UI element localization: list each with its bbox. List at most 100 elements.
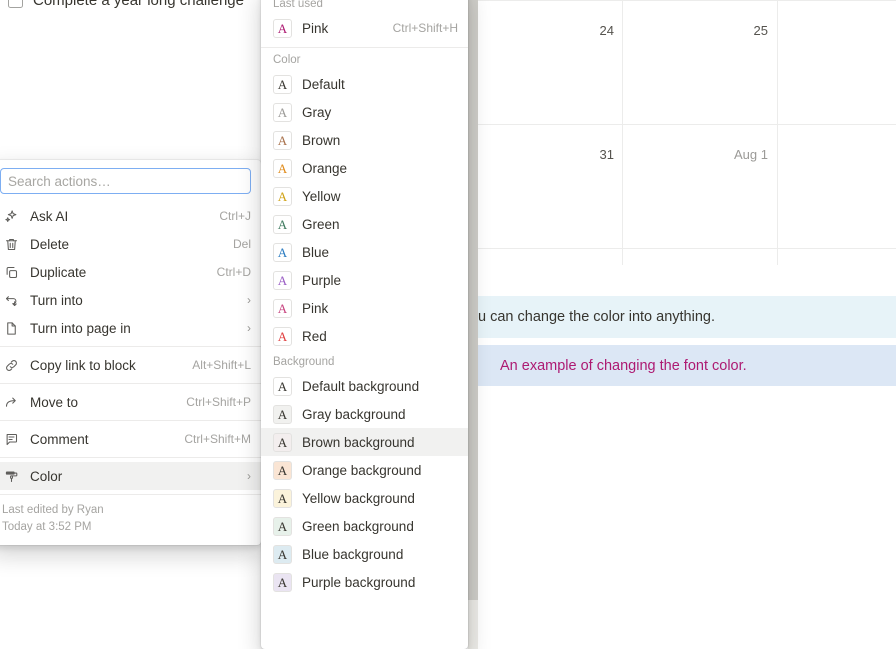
background-section-label: Background bbox=[273, 356, 335, 368]
paint-roller-icon bbox=[2, 467, 20, 485]
calendar-day-cell[interactable]: 31 bbox=[530, 147, 614, 162]
chevron-right-icon: › bbox=[247, 469, 251, 483]
menu-item-turn-into[interactable]: Turn into › bbox=[0, 286, 261, 314]
todo-label: Complete a year long challenge bbox=[33, 0, 244, 9]
background-item-yellow[interactable]: A Yellow background bbox=[261, 484, 468, 512]
color-swatch-default: A bbox=[273, 74, 292, 94]
color-item-orange[interactable]: A Orange bbox=[261, 154, 468, 182]
background-item-green[interactable]: A Green background bbox=[261, 512, 468, 540]
menu-item-label: Ask AI bbox=[30, 208, 69, 224]
background-item-label: Green background bbox=[302, 518, 414, 534]
color-item-label: Brown bbox=[302, 132, 341, 148]
color-item-label: Orange bbox=[302, 160, 348, 176]
calendar-day-cell[interactable]: 24 bbox=[530, 23, 614, 38]
menu-item-color[interactable]: Color › bbox=[0, 462, 261, 490]
last-edited-by: Last edited by Ryan bbox=[2, 504, 104, 516]
background-item-brown[interactable]: A Brown background bbox=[261, 428, 468, 456]
menu-item-delete[interactable]: Delete Del bbox=[0, 230, 261, 258]
color-item-green[interactable]: A Green bbox=[261, 210, 468, 238]
color-swatch-blue: A bbox=[273, 242, 292, 262]
chevron-right-icon: › bbox=[247, 293, 251, 307]
menu-item-comment[interactable]: Comment Ctrl+Shift+M bbox=[0, 425, 261, 453]
calendar-grid: 24 25 31 Aug 1 bbox=[470, 0, 896, 265]
menu-group: Copy link to block Alt+Shift+L bbox=[0, 346, 261, 383]
callout-text: u can change the color into anything. bbox=[478, 309, 715, 325]
background-item-label: Brown background bbox=[302, 434, 415, 450]
color-item-default[interactable]: A Default bbox=[261, 70, 468, 98]
background-item-label: Default background bbox=[302, 378, 420, 394]
color-item-yellow[interactable]: A Yellow bbox=[261, 182, 468, 210]
background-swatch-orange: A bbox=[273, 460, 292, 480]
background-swatch-default: A bbox=[273, 376, 292, 396]
color-item-shortcut: Ctrl+Shift+H bbox=[392, 21, 458, 35]
chevron-right-icon: › bbox=[247, 321, 251, 335]
menu-item-label: Comment bbox=[30, 431, 89, 447]
color-item-red[interactable]: A Red bbox=[261, 322, 468, 350]
menu-group: Comment Ctrl+Shift+M bbox=[0, 420, 261, 457]
menu-item-turn-into-page-in[interactable]: Turn into page in › bbox=[0, 314, 261, 342]
page-scrollbar-track[interactable] bbox=[468, 600, 478, 649]
menu-item-label: Turn into page in bbox=[30, 320, 131, 336]
search-input[interactable] bbox=[0, 168, 251, 194]
background-swatch-yellow: A bbox=[273, 488, 292, 508]
calendar-vline bbox=[777, 0, 778, 265]
menu-item-shortcut: Ctrl+Shift+P bbox=[186, 395, 251, 409]
turn-into-icon bbox=[2, 291, 20, 309]
background-item-gray[interactable]: A Gray background bbox=[261, 400, 468, 428]
color-item-label: Green bbox=[302, 216, 340, 232]
menu-group: Move to Ctrl+Shift+P bbox=[0, 383, 261, 420]
menu-item-label: Color bbox=[30, 468, 63, 484]
block-action-menu: Ask AI Ctrl+J Delete Del bbox=[0, 160, 261, 545]
callout-text: An example of changing the font color. bbox=[500, 357, 747, 374]
background-swatch-brown: A bbox=[273, 432, 292, 452]
color-swatch-orange: A bbox=[273, 158, 292, 178]
arrow-move-icon bbox=[2, 393, 20, 411]
color-item-pink[interactable]: A Pink bbox=[261, 294, 468, 322]
color-section-label: Last used bbox=[273, 0, 323, 10]
menu-item-label: Duplicate bbox=[30, 264, 87, 280]
color-swatch-red: A bbox=[273, 326, 292, 346]
menu-item-shortcut: Del bbox=[232, 237, 251, 251]
background-item-blue[interactable]: A Blue background bbox=[261, 540, 468, 568]
color-item-label: Red bbox=[302, 328, 327, 344]
todo-block[interactable]: Complete a year long challenge bbox=[8, 0, 244, 9]
todo-checkbox[interactable] bbox=[8, 0, 23, 8]
sparkle-icon bbox=[2, 207, 20, 225]
menu-item-copy-link-to-block[interactable]: Copy link to block Alt+Shift+L bbox=[0, 351, 261, 379]
calendar-day-cell[interactable]: 25 bbox=[684, 23, 768, 38]
menu-item-move-to[interactable]: Move to Ctrl+Shift+P bbox=[0, 388, 261, 416]
color-item-purple[interactable]: A Purple bbox=[261, 266, 468, 294]
background-item-default[interactable]: A Default background bbox=[261, 372, 468, 400]
menu-item-shortcut: Ctrl+J bbox=[219, 209, 251, 223]
menu-item-duplicate[interactable]: Duplicate Ctrl+D bbox=[0, 258, 261, 286]
color-item-brown[interactable]: A Brown bbox=[261, 126, 468, 154]
color-submenu: Last used A Pink Ctrl+Shift+H Color A De… bbox=[261, 0, 468, 649]
menu-footer: Last edited by Ryan Today at 3:52 PM bbox=[0, 494, 261, 545]
color-item-label: Pink bbox=[302, 20, 329, 36]
color-swatch-gray: A bbox=[273, 102, 292, 122]
calendar-hline bbox=[470, 124, 896, 125]
background-item-orange[interactable]: A Orange background bbox=[261, 456, 468, 484]
menu-item-shortcut: Ctrl+D bbox=[216, 265, 251, 279]
callout-block-blue-background[interactable]: u can change the color into anything. bbox=[478, 296, 896, 338]
callout-block-pink-text[interactable]: An example of changing the font color. bbox=[478, 345, 896, 386]
menu-item-ask-ai[interactable]: Ask AI Ctrl+J bbox=[0, 202, 261, 230]
color-item-blue[interactable]: A Blue bbox=[261, 238, 468, 266]
color-swatch-purple: A bbox=[273, 270, 292, 290]
last-edited-at: Today at 3:52 PM bbox=[2, 521, 92, 533]
trash-icon bbox=[2, 235, 20, 253]
menu-item-label: Delete bbox=[30, 236, 70, 252]
background-item-purple[interactable]: A Purple background bbox=[261, 568, 468, 596]
duplicate-icon bbox=[2, 263, 20, 281]
menu-item-label: Turn into bbox=[30, 292, 83, 308]
background-item-label: Blue background bbox=[302, 546, 404, 562]
color-item-last-used-pink[interactable]: A Pink Ctrl+Shift+H bbox=[261, 14, 468, 42]
color-item-gray[interactable]: A Gray bbox=[261, 98, 468, 126]
calendar-day-cell[interactable]: Aug 1 bbox=[684, 147, 768, 162]
color-item-label: Purple bbox=[302, 272, 342, 288]
color-item-label: Default bbox=[302, 76, 345, 92]
menu-item-shortcut: Ctrl+Shift+M bbox=[184, 432, 251, 446]
page-scrollbar-thumb[interactable] bbox=[468, 0, 478, 600]
color-swatch-yellow: A bbox=[273, 186, 292, 206]
menu-item-label: Copy link to block bbox=[30, 357, 136, 373]
